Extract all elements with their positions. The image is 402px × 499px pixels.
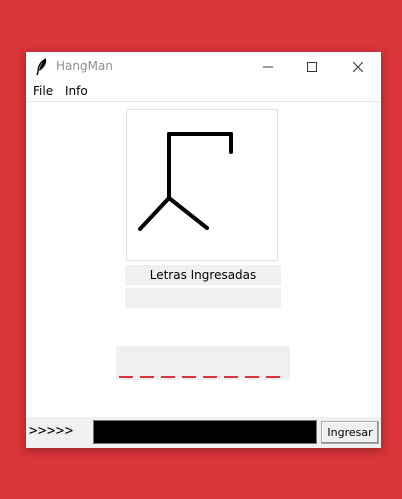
- letters-entered-label: Letras Ingresadas: [125, 265, 281, 285]
- maximize-icon: [307, 62, 317, 72]
- input-bar: >>>>> Ingresar: [26, 417, 381, 448]
- minimize-icon: [263, 66, 273, 68]
- hidden-word: [116, 346, 290, 380]
- close-button[interactable]: [335, 52, 381, 82]
- letters-entered-value: [125, 288, 281, 308]
- gallows-left-leg: [138, 196, 171, 231]
- gallows-drawing: [138, 132, 233, 231]
- menu-bar: File Info: [26, 82, 381, 102]
- maximize-button[interactable]: [289, 52, 335, 82]
- menu-file[interactable]: File: [33, 84, 53, 98]
- window-title: HangMan: [56, 59, 113, 73]
- gallows-right-leg: [167, 196, 209, 230]
- input-prompt: >>>>>: [29, 423, 74, 439]
- minimize-button[interactable]: [245, 52, 291, 82]
- submit-button[interactable]: Ingresar: [321, 421, 379, 444]
- letter-input[interactable]: [93, 420, 317, 444]
- hidden-word-dashes: [119, 376, 280, 378]
- feather-icon: [34, 58, 50, 76]
- hangman-canvas: [126, 109, 278, 261]
- close-icon: [353, 62, 363, 72]
- app-window: HangMan File Info Letras Ingresadas >>>>…: [26, 52, 381, 448]
- title-bar[interactable]: HangMan: [26, 52, 381, 82]
- menu-info[interactable]: Info: [65, 84, 88, 98]
